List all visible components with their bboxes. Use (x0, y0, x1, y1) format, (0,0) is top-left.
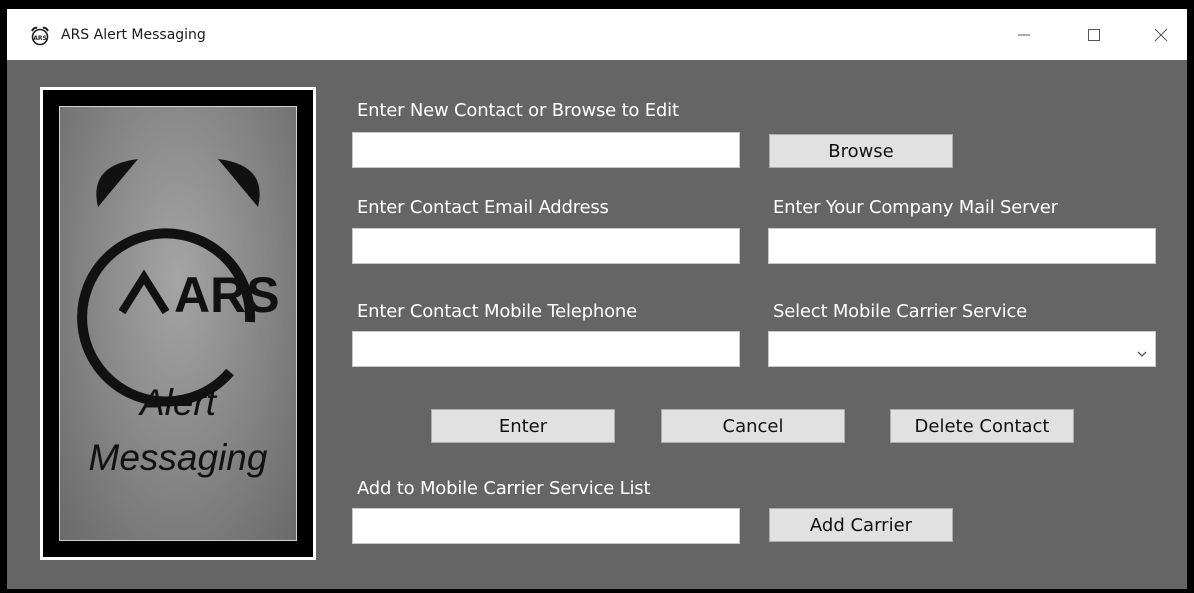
add-carrier-field[interactable] (352, 508, 740, 544)
maximize-icon (1088, 28, 1100, 41)
app-alarm-icon: ARS (29, 26, 51, 46)
email-field[interactable] (352, 228, 740, 264)
new-contact-input[interactable] (353, 133, 739, 167)
add-carrier-input[interactable] (353, 509, 739, 543)
title-bar[interactable]: ARS ARS Alert Messaging (7, 9, 1187, 60)
chevron-down-icon (1137, 343, 1147, 362)
delete-contact-button[interactable]: Delete Contact (890, 409, 1074, 443)
browse-button[interactable]: Browse (769, 134, 953, 168)
enter-button[interactable]: Enter (431, 409, 615, 443)
new-contact-label: Enter New Contact or Browse to Edit (357, 100, 679, 121)
logo-image: ARS Alert Messaging (59, 106, 297, 541)
carrier-select[interactable] (768, 331, 1156, 367)
new-contact-field[interactable] (352, 132, 740, 168)
logo-line2: Messaging (89, 437, 268, 478)
mobile-field[interactable] (352, 331, 740, 367)
close-button[interactable] (1138, 9, 1184, 60)
maximize-button[interactable] (1071, 9, 1117, 60)
alarm-clock-icon: ARS Alert Messaging (77, 159, 280, 478)
carrier-label: Select Mobile Carrier Service (773, 301, 1028, 322)
cancel-button[interactable]: Cancel (661, 409, 845, 443)
app-window: ARS ARS Alert Messaging ARS Alert Messag… (7, 9, 1187, 589)
window-title: ARS Alert Messaging (61, 27, 206, 43)
add-carrier-button[interactable]: Add Carrier (769, 508, 953, 542)
logo-panel: ARS Alert Messaging (40, 87, 316, 560)
logo-brand: ARS (174, 267, 280, 323)
minimize-button[interactable] (1001, 9, 1047, 60)
mobile-input[interactable] (353, 332, 739, 366)
email-label: Enter Contact Email Address (357, 197, 609, 218)
mail-server-input[interactable] (769, 229, 1155, 263)
mail-server-label: Enter Your Company Mail Server (773, 197, 1058, 218)
close-icon (1154, 28, 1168, 42)
mail-server-field[interactable] (768, 228, 1156, 264)
logo-line1: Alert (138, 382, 218, 423)
email-input[interactable] (353, 229, 739, 263)
minimize-icon (1018, 29, 1030, 41)
svg-text:ARS: ARS (33, 35, 47, 42)
mobile-label: Enter Contact Mobile Telephone (357, 301, 637, 322)
add-carrier-label: Add to Mobile Carrier Service List (357, 478, 651, 499)
